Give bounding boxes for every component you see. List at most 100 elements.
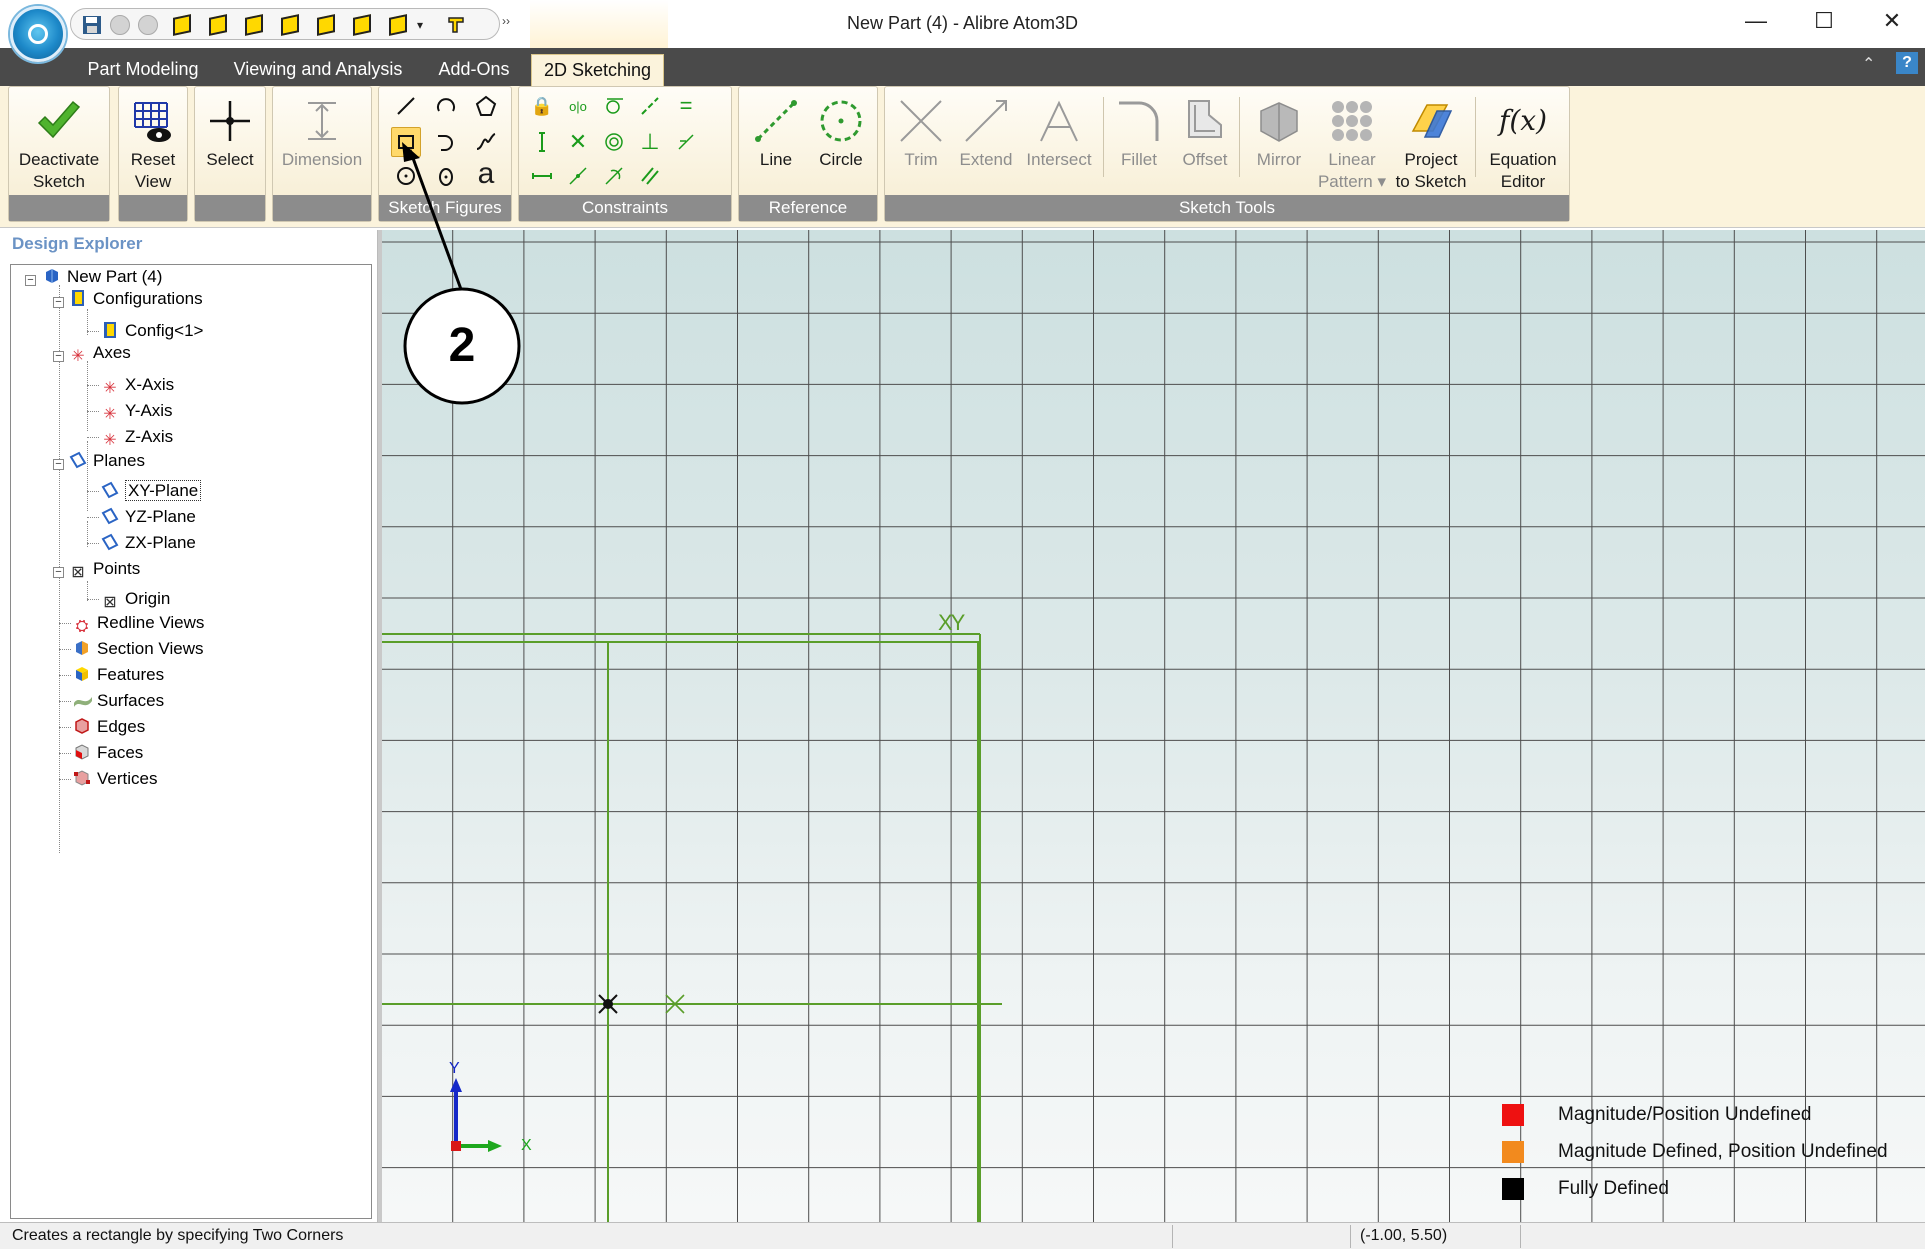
tree-item-surfaces[interactable]: Surfaces: [73, 689, 164, 713]
close-button[interactable]: ✕: [1872, 8, 1912, 36]
ellipse-tool-icon[interactable]: [431, 161, 461, 191]
tree-item-new-part[interactable]: New Part (4): [43, 265, 162, 289]
mirror-button[interactable]: Mirror: [1245, 97, 1313, 171]
tree-label: Surfaces: [97, 691, 165, 710]
midpoint-constraint-icon[interactable]: o|o: [563, 91, 593, 121]
reference-line-label: Line: [759, 150, 793, 169]
tree-item-x-axis[interactable]: ✳ X-Axis: [101, 373, 174, 397]
tab-2d-sketching[interactable]: 2D Sketching: [531, 54, 664, 86]
tree-label: ZX-Plane: [125, 533, 196, 552]
tree-label: Points: [93, 559, 141, 578]
polygon-tool-icon[interactable]: [471, 91, 501, 121]
expander-configurations[interactable]: −: [53, 297, 64, 308]
expander-planes[interactable]: −: [53, 459, 64, 470]
tree-label: Config<1>: [125, 321, 204, 340]
trim-button[interactable]: Trim: [891, 97, 951, 171]
lock-constraint-icon[interactable]: 🔒: [527, 91, 557, 121]
project-to-sketch-button[interactable]: Project to Sketch: [1391, 97, 1471, 193]
extend-button[interactable]: Extend: [953, 97, 1019, 171]
points-icon: ⊠: [71, 564, 85, 581]
parallel-constraint-icon[interactable]: [635, 161, 665, 191]
sketch-viewport[interactable]: XY Y X Magnitude/Position Undefined Magn…: [382, 230, 1925, 1222]
tree-item-planes[interactable]: Planes: [69, 449, 145, 473]
reset-view-button[interactable]: Reset View: [119, 97, 187, 193]
tree-item-points[interactable]: ⊠ Points: [69, 557, 140, 581]
group-reset-view: Reset View: [118, 86, 188, 222]
spline-tool-icon[interactable]: [471, 127, 501, 157]
perpendicular-constraint-icon[interactable]: ⊥: [635, 127, 665, 157]
offset-label: Offset: [1182, 150, 1228, 169]
line-tool-icon[interactable]: [391, 91, 421, 121]
expander-axes[interactable]: −: [53, 351, 64, 362]
tree-item-zx-plane[interactable]: ZX-Plane: [101, 531, 196, 555]
expander-new-part[interactable]: −: [25, 275, 36, 286]
collinear-constraint-icon[interactable]: [635, 91, 665, 121]
tangent-constraint-icon[interactable]: [599, 91, 629, 121]
tab-viewing-and-analysis[interactable]: Viewing and Analysis: [226, 54, 410, 86]
tangent-line-constraint-icon[interactable]: [599, 161, 629, 191]
maximize-button[interactable]: ☐: [1804, 8, 1844, 36]
intersect-button[interactable]: Intersect: [1019, 97, 1099, 171]
tree-connector: [59, 779, 71, 780]
group-deactivate: Deactivate Sketch: [8, 86, 110, 222]
concentric-constraint-icon[interactable]: [599, 127, 629, 157]
tree-label: Z-Axis: [125, 427, 174, 446]
reset-view-label: Reset View: [130, 150, 176, 191]
surfaces-icon: [73, 691, 92, 709]
tree-item-features[interactable]: Features: [73, 663, 164, 687]
coincident-constraint-icon[interactable]: [563, 161, 593, 191]
horizontal-constraint-icon[interactable]: [527, 161, 557, 191]
tab-part-modeling[interactable]: Part Modeling: [76, 54, 210, 86]
tree-item-xy-plane[interactable]: XY-Plane: [101, 479, 202, 503]
tree-label: Vertices: [97, 769, 158, 788]
help-icon[interactable]: ?: [1896, 52, 1918, 74]
equal-constraint-icon[interactable]: =: [671, 91, 701, 121]
intersection-constraint-icon[interactable]: ✕: [563, 127, 593, 157]
symmetric-constraint-icon[interactable]: [671, 127, 701, 157]
tree-item-yz-plane[interactable]: YZ-Plane: [101, 505, 196, 529]
vertical-constraint-icon[interactable]: [527, 127, 557, 157]
tree-label: Origin: [125, 589, 171, 608]
tree-connector: [59, 623, 71, 624]
arc-tool-icon[interactable]: [431, 91, 461, 121]
tree-item-config1[interactable]: Config<1>: [101, 319, 203, 343]
reference-line-button[interactable]: Line: [747, 97, 805, 171]
tree-connector: [87, 543, 99, 544]
application-menu-button[interactable]: [10, 6, 66, 62]
equation-editor-button[interactable]: f(x) Equation Editor: [1479, 97, 1567, 193]
rectangle-tool-icon[interactable]: [391, 127, 421, 157]
app-logo-icon: [28, 24, 48, 44]
circle-tool-icon[interactable]: [391, 161, 421, 191]
cursor-coordinates: (-1.00, 5.50): [1360, 1227, 1448, 1244]
linear-pattern-button[interactable]: Linear Pattern ▾: [1315, 97, 1389, 193]
text-tool-icon[interactable]: a: [471, 157, 501, 190]
tree-item-vertices[interactable]: Vertices: [73, 767, 157, 791]
expander-points[interactable]: −: [53, 567, 64, 578]
config-icon: [101, 321, 119, 339]
fillet-button[interactable]: Fillet: [1107, 97, 1171, 171]
dimension-button[interactable]: Dimension: [273, 97, 371, 171]
tree-item-configurations[interactable]: Configurations: [69, 287, 203, 311]
tree-item-redline-views[interactable]: ⛭ Redline Views: [73, 611, 205, 635]
tree-item-axes[interactable]: ✳ Axes: [69, 341, 131, 365]
tree-item-z-axis[interactable]: ✳ Z-Axis: [101, 425, 173, 449]
collapse-ribbon-icon[interactable]: ⌃: [1862, 54, 1875, 74]
vertices-icon: [73, 769, 91, 787]
minimize-button[interactable]: —: [1736, 8, 1776, 36]
tangent-arc-tool-icon[interactable]: [431, 127, 461, 157]
tree-item-origin[interactable]: ⊠ Origin: [101, 587, 170, 611]
tree-connector: [59, 727, 71, 728]
tree-item-y-axis[interactable]: ✳ Y-Axis: [101, 399, 172, 423]
tree-item-section-views[interactable]: Section Views: [73, 637, 203, 661]
tree-item-faces[interactable]: Faces: [73, 741, 143, 765]
select-button[interactable]: Select: [195, 97, 265, 171]
group-deactivate-footer: [9, 195, 109, 221]
deactivate-sketch-button[interactable]: Deactivate Sketch: [9, 97, 109, 193]
tree-item-edges[interactable]: Edges: [73, 715, 145, 739]
axis-icon: ✳: [103, 380, 117, 397]
sketch-origin-marker[interactable]: [596, 992, 620, 1016]
offset-button[interactable]: Offset: [1173, 97, 1237, 171]
reference-circle-button[interactable]: Circle: [811, 97, 871, 171]
group-select-footer: [195, 195, 265, 221]
tab-add-ons[interactable]: Add-Ons: [428, 54, 520, 86]
